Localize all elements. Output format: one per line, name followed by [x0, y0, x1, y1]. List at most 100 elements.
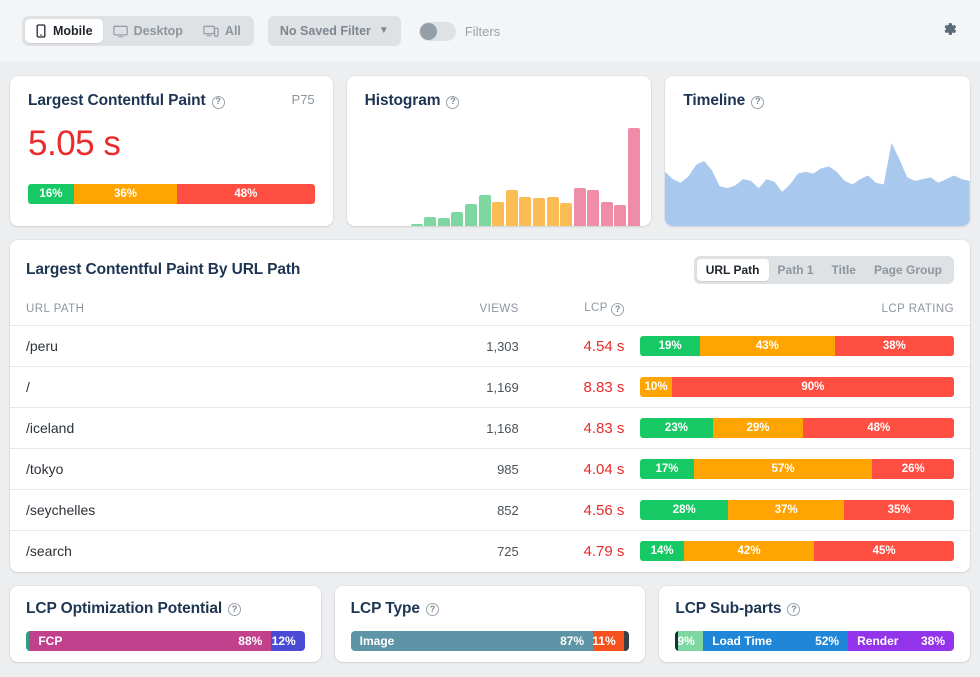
cell-url-path[interactable]: /peru: [10, 325, 414, 367]
rating-segment-needs-improvement[interactable]: 42%: [683, 541, 815, 562]
histogram-bar[interactable]: [614, 204, 627, 226]
cell-views: 1,169: [413, 366, 519, 408]
lcp-subparts-segment[interactable]: 9%: [678, 630, 704, 651]
tab-page-group[interactable]: Page Group: [865, 259, 951, 281]
histogram-bar[interactable]: [505, 190, 518, 226]
lcp-type-segment[interactable]: 11%: [593, 630, 624, 651]
rating-segment-poor[interactable]: 26%: [872, 459, 954, 479]
table-row[interactable]: /peru 1,303 4.54 s 19% 43% 38%: [10, 325, 970, 367]
histogram-bar[interactable]: [465, 203, 477, 226]
column-header-lcp-rating[interactable]: LCP RATING: [624, 296, 970, 326]
histogram-bar[interactable]: [546, 197, 559, 226]
rating-segment-needs-improvement[interactable]: 10%: [640, 377, 672, 397]
histogram-card: Histogram ?: [346, 76, 652, 226]
toggle-knob: [419, 22, 437, 40]
help-icon[interactable]: ?: [425, 603, 439, 616]
cell-lcp-rating: 23% 29% 48%: [624, 407, 970, 449]
rating-segment-good[interactable]: 28%: [640, 500, 729, 520]
chevron-down-icon: ▼: [378, 25, 389, 36]
table-row[interactable]: /seychelles 852 4.56 s 28% 37% 35%: [10, 489, 970, 531]
lcp-subparts-bar: 9% Load Time 52% Render 38%: [675, 630, 954, 651]
help-icon[interactable]: ?: [611, 303, 625, 316]
saved-filter-dropdown[interactable]: No Saved Filter ▼: [267, 16, 401, 46]
histogram-bar[interactable]: [573, 188, 586, 226]
help-icon[interactable]: ?: [228, 603, 242, 616]
cell-url-path[interactable]: /tokyo: [10, 448, 414, 490]
filters-label: Filters: [464, 23, 501, 39]
rating-segment-good[interactable]: 23%: [640, 418, 713, 438]
rating-segment-poor[interactable]: 35%: [844, 500, 954, 520]
rating-segment-good[interactable]: 14%: [640, 541, 684, 562]
histogram-plot[interactable]: [347, 116, 652, 226]
lcp-detail-row: LCP Optimization Potential ? FCP 88% 12% L…: [0, 585, 980, 662]
table-row[interactable]: /1,169 8.83 s 10% 90%: [10, 366, 970, 408]
column-header-lcp[interactable]: LCP ?: [518, 296, 625, 326]
cell-url-path[interactable]: /iceland: [10, 407, 414, 449]
histogram-bar[interactable]: [628, 128, 641, 226]
filters-toggle[interactable]: [418, 21, 456, 41]
table-row[interactable]: /tokyo 985 4.04 s 17% 57% 26%: [10, 448, 970, 490]
histogram-bar[interactable]: [587, 190, 600, 226]
tab-title[interactable]: Title: [823, 259, 865, 281]
lcp-type-segment[interactable]: [623, 630, 630, 651]
tab-path-1[interactable]: Path 1: [769, 259, 823, 281]
rating-segment-good[interactable]: 17%: [640, 459, 694, 479]
histogram-bar[interactable]: [437, 218, 450, 226]
device-tab-mobile[interactable]: Mobile: [25, 19, 103, 43]
rating-segment-needs-improvement[interactable]: 36%: [73, 184, 178, 204]
help-icon[interactable]: ?: [446, 95, 460, 109]
lcp-optimization-segment[interactable]: FCP 88%: [29, 630, 272, 651]
column-header-url-path[interactable]: URL PATH: [10, 296, 414, 326]
timeline-plot[interactable]: [665, 116, 971, 226]
lcp-optimization-segment[interactable]: 12%: [271, 630, 305, 651]
lcp-type-title-text: LCP Type: [350, 599, 420, 617]
cell-url-path[interactable]: /seychelles: [10, 489, 414, 531]
device-tab-all[interactable]: All: [193, 19, 251, 43]
column-header-views[interactable]: VIEWS: [413, 296, 519, 326]
lcp-type-card: LCP Type ? Image 87% 11%: [334, 585, 646, 662]
help-icon[interactable]: ?: [751, 95, 765, 109]
timeline-card-title: Timeline ?: [683, 92, 765, 110]
device-tab-desktop-label: Desktop: [133, 24, 183, 38]
histogram-bar[interactable]: [451, 211, 464, 226]
rating-segment-poor[interactable]: 38%: [834, 336, 954, 356]
settings-button[interactable]: [932, 14, 966, 48]
rating-segment-poor[interactable]: 45%: [814, 541, 954, 562]
histogram-bar[interactable]: [492, 201, 505, 226]
device-tab-desktop[interactable]: Desktop: [103, 19, 193, 43]
lcp-subparts-segment[interactable]: Render 38%: [848, 630, 954, 651]
histogram-bar[interactable]: [478, 194, 491, 226]
histogram-bar[interactable]: [600, 201, 613, 226]
rating-segment-needs-improvement[interactable]: 57%: [693, 459, 873, 479]
rating-segment-poor[interactable]: 90%: [671, 377, 954, 397]
rating-segment-needs-improvement[interactable]: 37%: [728, 500, 845, 520]
cell-url-path[interactable]: /: [10, 366, 414, 408]
table-row[interactable]: /search 725 4.79 s 14% 42% 45%: [10, 531, 970, 572]
cell-views: 1,168: [413, 407, 519, 449]
row-rating-bar: 10% 90%: [640, 377, 954, 397]
rating-segment-poor[interactable]: 48%: [803, 418, 954, 438]
row-rating-bar: 19% 43% 38%: [640, 336, 954, 356]
table-row[interactable]: /iceland 1,168 4.83 s 23% 29% 48%: [10, 407, 970, 449]
cell-url-path[interactable]: /search: [10, 531, 413, 572]
histogram-bar[interactable]: [424, 217, 437, 226]
rating-segment-good[interactable]: 16%: [28, 184, 74, 204]
histogram-bar[interactable]: [560, 202, 573, 226]
rating-segment-needs-improvement[interactable]: 29%: [712, 418, 804, 438]
cell-lcp: 4.04 s: [518, 448, 625, 490]
rating-segment-good[interactable]: 19%: [640, 336, 700, 356]
lcp-optimization-segment-label: FCP: [38, 633, 63, 648]
cell-views: 1,303: [413, 325, 519, 367]
tab-url-path[interactable]: URL Path: [696, 259, 769, 281]
help-icon[interactable]: ?: [787, 603, 801, 616]
histogram-bar[interactable]: [532, 198, 545, 226]
lcp-type-segment[interactable]: Image 87%: [350, 630, 594, 651]
lcp-type-segment-label: Image: [359, 633, 395, 648]
histogram-bar[interactable]: [519, 197, 532, 226]
lcp-card-header: Largest Contentful Paint ? P75: [28, 92, 315, 110]
rating-segment-poor[interactable]: 48%: [177, 184, 315, 204]
histogram-bar[interactable]: [410, 223, 423, 226]
rating-segment-needs-improvement[interactable]: 43%: [699, 336, 835, 356]
lcp-subparts-segment[interactable]: Load Time 52%: [703, 630, 849, 651]
help-icon[interactable]: ?: [211, 95, 225, 109]
